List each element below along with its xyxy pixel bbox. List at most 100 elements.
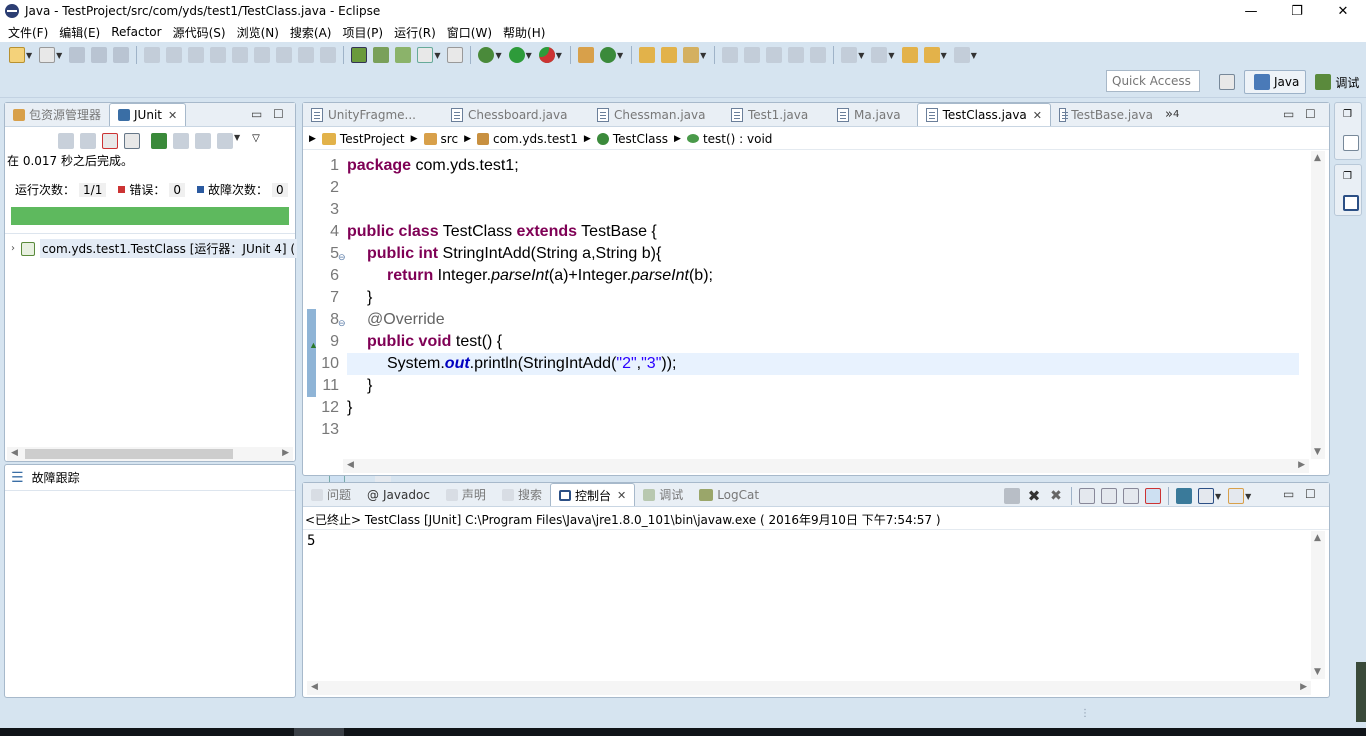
editor-tab-chessboard[interactable]: Chessboard.java bbox=[443, 103, 589, 126]
maximize-view-icon[interactable]: ☐ bbox=[1305, 107, 1316, 121]
run-icon[interactable] bbox=[508, 47, 525, 63]
chevron-down-icon[interactable]: ▼ bbox=[1215, 492, 1221, 501]
terminate-icon[interactable] bbox=[210, 47, 227, 63]
highlight-icon[interactable] bbox=[744, 47, 761, 63]
editor-tab-unityfragment[interactable]: UnityFragme... bbox=[303, 103, 443, 126]
scroll-left-icon[interactable]: ◀ bbox=[311, 682, 318, 692]
chevron-right-icon[interactable]: ▶ bbox=[464, 134, 471, 144]
chevron-down-icon[interactable]: ▼ bbox=[556, 51, 562, 60]
scroll-left-icon[interactable]: ◀ bbox=[11, 448, 18, 458]
display-console-icon[interactable] bbox=[1198, 488, 1214, 504]
chevron-down-icon[interactable]: ▼ bbox=[858, 51, 864, 60]
toggle-mark-occurrences-icon[interactable] bbox=[351, 47, 368, 63]
tab-problems[interactable]: 问题 bbox=[303, 483, 359, 506]
editor-tab-ma[interactable]: Ma.java bbox=[829, 103, 917, 126]
print-icon[interactable] bbox=[113, 47, 130, 63]
test-history-icon[interactable] bbox=[217, 133, 233, 149]
chevron-down-icon[interactable]: ▼ bbox=[941, 51, 947, 60]
tab-logcat[interactable]: LogCat bbox=[691, 483, 767, 506]
save-icon[interactable] bbox=[69, 47, 86, 63]
previous-annotation-icon[interactable] bbox=[871, 47, 888, 63]
terminate-icon[interactable] bbox=[1004, 488, 1020, 504]
scroll-right-icon[interactable]: ▶ bbox=[282, 448, 289, 458]
vertical-scrollbar[interactable]: ▲ ▼ bbox=[1311, 531, 1325, 679]
task-list-icon[interactable] bbox=[1343, 195, 1359, 211]
horizontal-scrollbar[interactable]: ◀ ▶ bbox=[307, 681, 1311, 695]
menu-search[interactable]: 搜索(A) bbox=[286, 24, 336, 41]
whitespace-icon[interactable] bbox=[766, 47, 783, 63]
suspend-icon[interactable] bbox=[188, 47, 205, 63]
scroll-right-icon[interactable]: ▶ bbox=[1298, 460, 1305, 470]
editor-tab-testbase[interactable]: TestBase.java bbox=[1051, 103, 1161, 126]
breadcrumb-src[interactable]: src bbox=[441, 132, 459, 146]
scroll-down-icon[interactable]: ▼ bbox=[1314, 667, 1321, 677]
chevron-down-icon[interactable]: ▼ bbox=[434, 51, 440, 60]
resume-icon[interactable] bbox=[166, 47, 183, 63]
android-sdk-icon[interactable] bbox=[373, 47, 390, 63]
remove-launch-icon[interactable]: ✖ bbox=[1026, 488, 1042, 504]
scroll-down-icon[interactable]: ▼ bbox=[1314, 447, 1321, 457]
last-edit-icon[interactable] bbox=[901, 47, 918, 63]
debug-icon[interactable] bbox=[478, 47, 495, 63]
pin-console-icon[interactable] bbox=[1176, 488, 1192, 504]
breadcrumb-class[interactable]: TestClass bbox=[613, 132, 668, 146]
taskbar-active-item[interactable] bbox=[294, 728, 344, 736]
chevron-down-icon[interactable]: ▼ bbox=[888, 51, 894, 60]
editor-tab-test1[interactable]: Test1.java bbox=[723, 103, 829, 126]
tab-console[interactable]: 控制台 ✕ bbox=[549, 483, 636, 506]
previous-failure-icon[interactable] bbox=[80, 133, 96, 149]
outline-icon[interactable] bbox=[1343, 135, 1359, 151]
chevron-down-icon[interactable]: ▼ bbox=[526, 51, 532, 60]
menu-window[interactable]: 窗口(W) bbox=[443, 24, 496, 41]
disconnect-icon[interactable] bbox=[232, 47, 249, 63]
rerun-test-icon[interactable] bbox=[151, 133, 167, 149]
step-over-icon[interactable] bbox=[276, 47, 293, 63]
maximize-button[interactable]: ❐ bbox=[1274, 0, 1320, 22]
menu-help[interactable]: 帮助(H) bbox=[499, 24, 549, 41]
menu-refactor[interactable]: Refactor bbox=[107, 25, 165, 39]
close-button[interactable]: ✕ bbox=[1320, 0, 1366, 22]
horizontal-scrollbar[interactable]: ◀ ▶ bbox=[7, 447, 293, 461]
chevron-right-icon[interactable]: ▶ bbox=[584, 134, 591, 144]
open-perspective-button[interactable] bbox=[1210, 70, 1244, 94]
vertical-scrollbar[interactable]: ▲ ▼ bbox=[1311, 151, 1325, 459]
chevron-down-icon[interactable]: ▼ bbox=[234, 133, 240, 149]
restore-icon[interactable]: ❐ bbox=[1343, 171, 1352, 182]
open-console-icon[interactable] bbox=[1228, 488, 1245, 504]
menu-file[interactable]: 文件(F) bbox=[4, 24, 52, 41]
drop-to-frame-icon[interactable] bbox=[320, 47, 337, 63]
next-annotation-icon[interactable] bbox=[841, 47, 858, 63]
new-package-icon[interactable] bbox=[577, 47, 594, 63]
next-failure-icon[interactable] bbox=[58, 133, 74, 149]
scroll-right-icon[interactable]: ▶ bbox=[1300, 682, 1307, 692]
open-task-icon[interactable] bbox=[661, 47, 678, 63]
chevron-down-icon[interactable]: ▼ bbox=[26, 51, 32, 60]
editor-tabs-overflow[interactable]: » 4 bbox=[1161, 103, 1183, 126]
block-selection-icon[interactable] bbox=[788, 47, 805, 63]
stop-icon[interactable] bbox=[195, 133, 211, 149]
tab-javadoc[interactable]: @ Javadoc bbox=[359, 483, 438, 506]
open-folder-icon[interactable] bbox=[639, 47, 656, 63]
restore-icon[interactable]: ❐ bbox=[1343, 109, 1352, 120]
breadcrumb-project[interactable]: TestProject bbox=[340, 132, 405, 146]
step-return-icon[interactable] bbox=[298, 47, 315, 63]
chevron-right-icon[interactable]: › bbox=[11, 243, 15, 254]
chevron-down-icon[interactable]: ▼ bbox=[617, 51, 623, 60]
android-avd-icon[interactable] bbox=[395, 47, 412, 63]
minimize-view-icon[interactable]: ▭ bbox=[1283, 107, 1294, 121]
remove-all-launches-icon[interactable]: ✖ bbox=[1048, 488, 1064, 504]
close-icon[interactable]: ✕ bbox=[1033, 109, 1042, 122]
minimize-button[interactable]: — bbox=[1228, 0, 1274, 22]
rerun-failed-first-icon[interactable] bbox=[173, 133, 189, 149]
tab-package-explorer[interactable]: 包资源管理器 bbox=[5, 103, 109, 126]
close-icon[interactable]: ✕ bbox=[617, 489, 626, 502]
breadcrumb-method[interactable]: test() : void bbox=[703, 132, 772, 146]
chevron-down-icon[interactable]: ▼ bbox=[495, 51, 501, 60]
editor-tab-chessman[interactable]: Chessman.java bbox=[589, 103, 723, 126]
toggle-breadcrumb-icon[interactable] bbox=[722, 47, 739, 63]
horizontal-scrollbar[interactable]: ◀ ▶ bbox=[343, 459, 1309, 473]
show-on-output-icon[interactable] bbox=[1145, 488, 1161, 504]
back-icon[interactable] bbox=[923, 47, 940, 63]
maximize-view-icon[interactable]: ☐ bbox=[273, 107, 284, 121]
tab-debug[interactable]: 调试 bbox=[635, 483, 691, 506]
